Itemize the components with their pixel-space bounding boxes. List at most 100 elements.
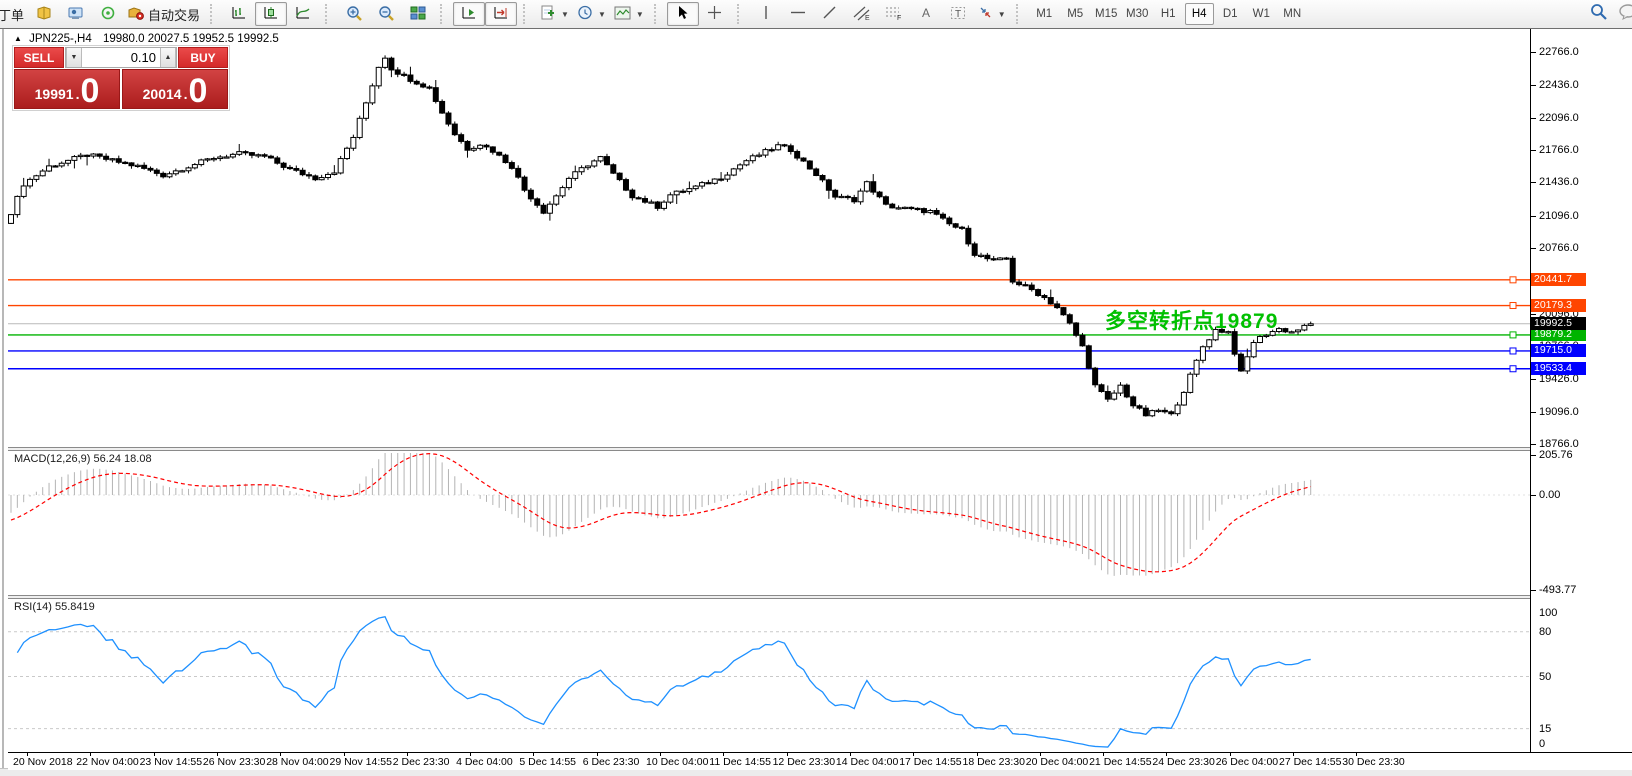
bull-candle (350, 136, 357, 149)
bar-chart-mode-button[interactable] (223, 2, 255, 26)
cursor-tool-button[interactable] (666, 2, 699, 26)
volume-decrease-button[interactable]: ▼ (66, 48, 82, 67)
line-chart-mode-button[interactable] (287, 2, 319, 26)
timeframe-button-h1[interactable]: H1 (1154, 3, 1183, 25)
timeframe-button-d1[interactable]: D1 (1216, 3, 1245, 25)
timeframe-button-m30[interactable]: M30 (1123, 3, 1152, 25)
line-handle[interactable] (1509, 302, 1517, 310)
volume-increase-button[interactable]: ▲ (160, 48, 176, 67)
bull-candle (927, 210, 934, 214)
bear-candle (908, 206, 915, 210)
horizontal-level-line-19879.2[interactable] (8, 331, 1530, 339)
autotrading-label: 自动交易 (148, 7, 201, 23)
horizontal-level-line-19715.0[interactable] (8, 347, 1530, 355)
rsi-label: RSI(14) 55.8419 (14, 601, 95, 613)
community-button[interactable] (92, 2, 124, 26)
zoom-out-button[interactable] (370, 2, 402, 26)
bull-candle (134, 164, 141, 168)
templates-button[interactable]: ▼ (610, 2, 648, 26)
bear-candle (870, 181, 877, 193)
panel-resize-sash[interactable] (8, 447, 1530, 451)
market-watch-button[interactable] (28, 2, 60, 26)
timeframe-toolbar: M1 M5 M15 M30 H1 H4 D1 W1 MN (1029, 3, 1308, 25)
timeframe-button-mn[interactable]: MN (1278, 3, 1307, 25)
price-tick-label: 21436.0 (1539, 176, 1579, 189)
bear-candle (420, 83, 427, 88)
search-icon[interactable] (1590, 3, 1608, 25)
timeframe-button-m15[interactable]: M15 (1092, 3, 1121, 25)
bar-chart-icon (231, 5, 247, 23)
bull-candle (743, 160, 750, 166)
macd-max-label: 205.76 (1539, 449, 1573, 462)
new-order-button[interactable]: 丁单 (0, 2, 28, 26)
buy-price-display[interactable]: 20014. 0 (122, 69, 228, 109)
buy-button[interactable]: BUY (178, 47, 228, 68)
text-tool-button[interactable]: A (910, 2, 942, 26)
chart-plot-area[interactable]: ▲ JPN225-,H4 19980.0 20027.5 19952.5 199… (8, 29, 1530, 752)
collapse-triangle-icon[interactable]: ▲ (14, 34, 22, 43)
timeframe-button-h4[interactable]: H4 (1184, 3, 1214, 25)
sell-button[interactable]: SELL (14, 47, 64, 68)
line-handle[interactable] (1509, 276, 1517, 284)
bear-candle (768, 149, 775, 152)
bear-candle (622, 179, 629, 191)
arrows-tool-button[interactable]: ▼ (974, 2, 1010, 26)
line-handle[interactable] (1509, 347, 1517, 355)
price-axis[interactable]: 22766.0 22436.0 22096.0 21766.0 21436.0 21096… (1530, 29, 1632, 752)
vertical-line-icon (761, 5, 771, 23)
terminal-button[interactable] (60, 2, 92, 26)
bear-candle (280, 162, 287, 168)
bear-candle (635, 197, 642, 200)
bull-candle (546, 203, 553, 214)
bull-candle (857, 190, 864, 203)
crosshair-tool-button[interactable] (699, 2, 731, 26)
zoom-in-button[interactable] (338, 2, 370, 26)
auto-scroll-button[interactable] (453, 2, 486, 26)
bull-candle (978, 254, 985, 257)
horizontal-level-line-20179.3[interactable] (8, 302, 1530, 310)
volume-input[interactable]: 0.10 (82, 48, 160, 67)
bull-candle (331, 172, 338, 175)
trendline-tool-button[interactable] (814, 2, 846, 26)
level-price-badge: 19533.4 (1531, 362, 1586, 376)
periods-button[interactable]: ▼ (573, 2, 610, 26)
sell-price-display[interactable]: 19991. 0 (14, 69, 120, 109)
text-label-tool-button[interactable]: T (942, 2, 974, 26)
timeframe-button-w1[interactable]: W1 (1247, 3, 1276, 25)
bull-candle (337, 158, 344, 174)
bear-candle (1142, 407, 1149, 417)
time-label: 5 Dec 14:55 (519, 756, 577, 768)
bull-candle (375, 66, 382, 87)
bear-candle (781, 144, 788, 147)
axis-tick (1531, 379, 1536, 381)
signal-icon (100, 6, 116, 23)
line-handle[interactable] (1509, 331, 1517, 339)
timeframe-button-m5[interactable]: M5 (1061, 3, 1090, 25)
tile-windows-button[interactable] (402, 2, 434, 26)
horizontal-level-line-19533.4[interactable] (8, 365, 1530, 373)
chat-icon[interactable] (1618, 3, 1632, 25)
fibonacci-tool-button[interactable]: F (878, 2, 910, 26)
indicators-button[interactable]: ▼ (536, 2, 573, 26)
panel-resize-sash[interactable] (8, 595, 1530, 599)
time-axis[interactable]: 20 Nov 2018 22 Nov 04:00 23 Nov 14:55 26 No… (8, 752, 1632, 770)
horizontal-level-line-20441.7[interactable] (8, 276, 1530, 284)
time-label: 17 Dec 14:55 (899, 756, 962, 768)
sell-price-dot: . (75, 86, 80, 102)
line-handle[interactable] (1509, 365, 1517, 373)
chart-shift-button[interactable] (485, 2, 518, 26)
chart-annotation-text[interactable]: 多空转折点19879 (1105, 305, 1278, 335)
channel-tool-button[interactable]: E (846, 2, 878, 26)
horizontal-line-tool-button[interactable] (782, 2, 814, 26)
autotrading-button[interactable]: 自动交易 (124, 2, 204, 26)
vertical-line-tool-button[interactable] (750, 2, 782, 26)
equidistant-channel-icon: E (853, 5, 871, 24)
timeframe-button-m1[interactable]: M1 (1030, 3, 1059, 25)
bear-candle (508, 162, 515, 169)
bull-candle (185, 167, 192, 172)
bull-candle (166, 173, 173, 178)
bear-candle (128, 162, 135, 167)
toolbar-separator (1015, 4, 1025, 24)
bull-candle (737, 164, 744, 170)
candlestick-mode-button[interactable] (255, 2, 288, 26)
